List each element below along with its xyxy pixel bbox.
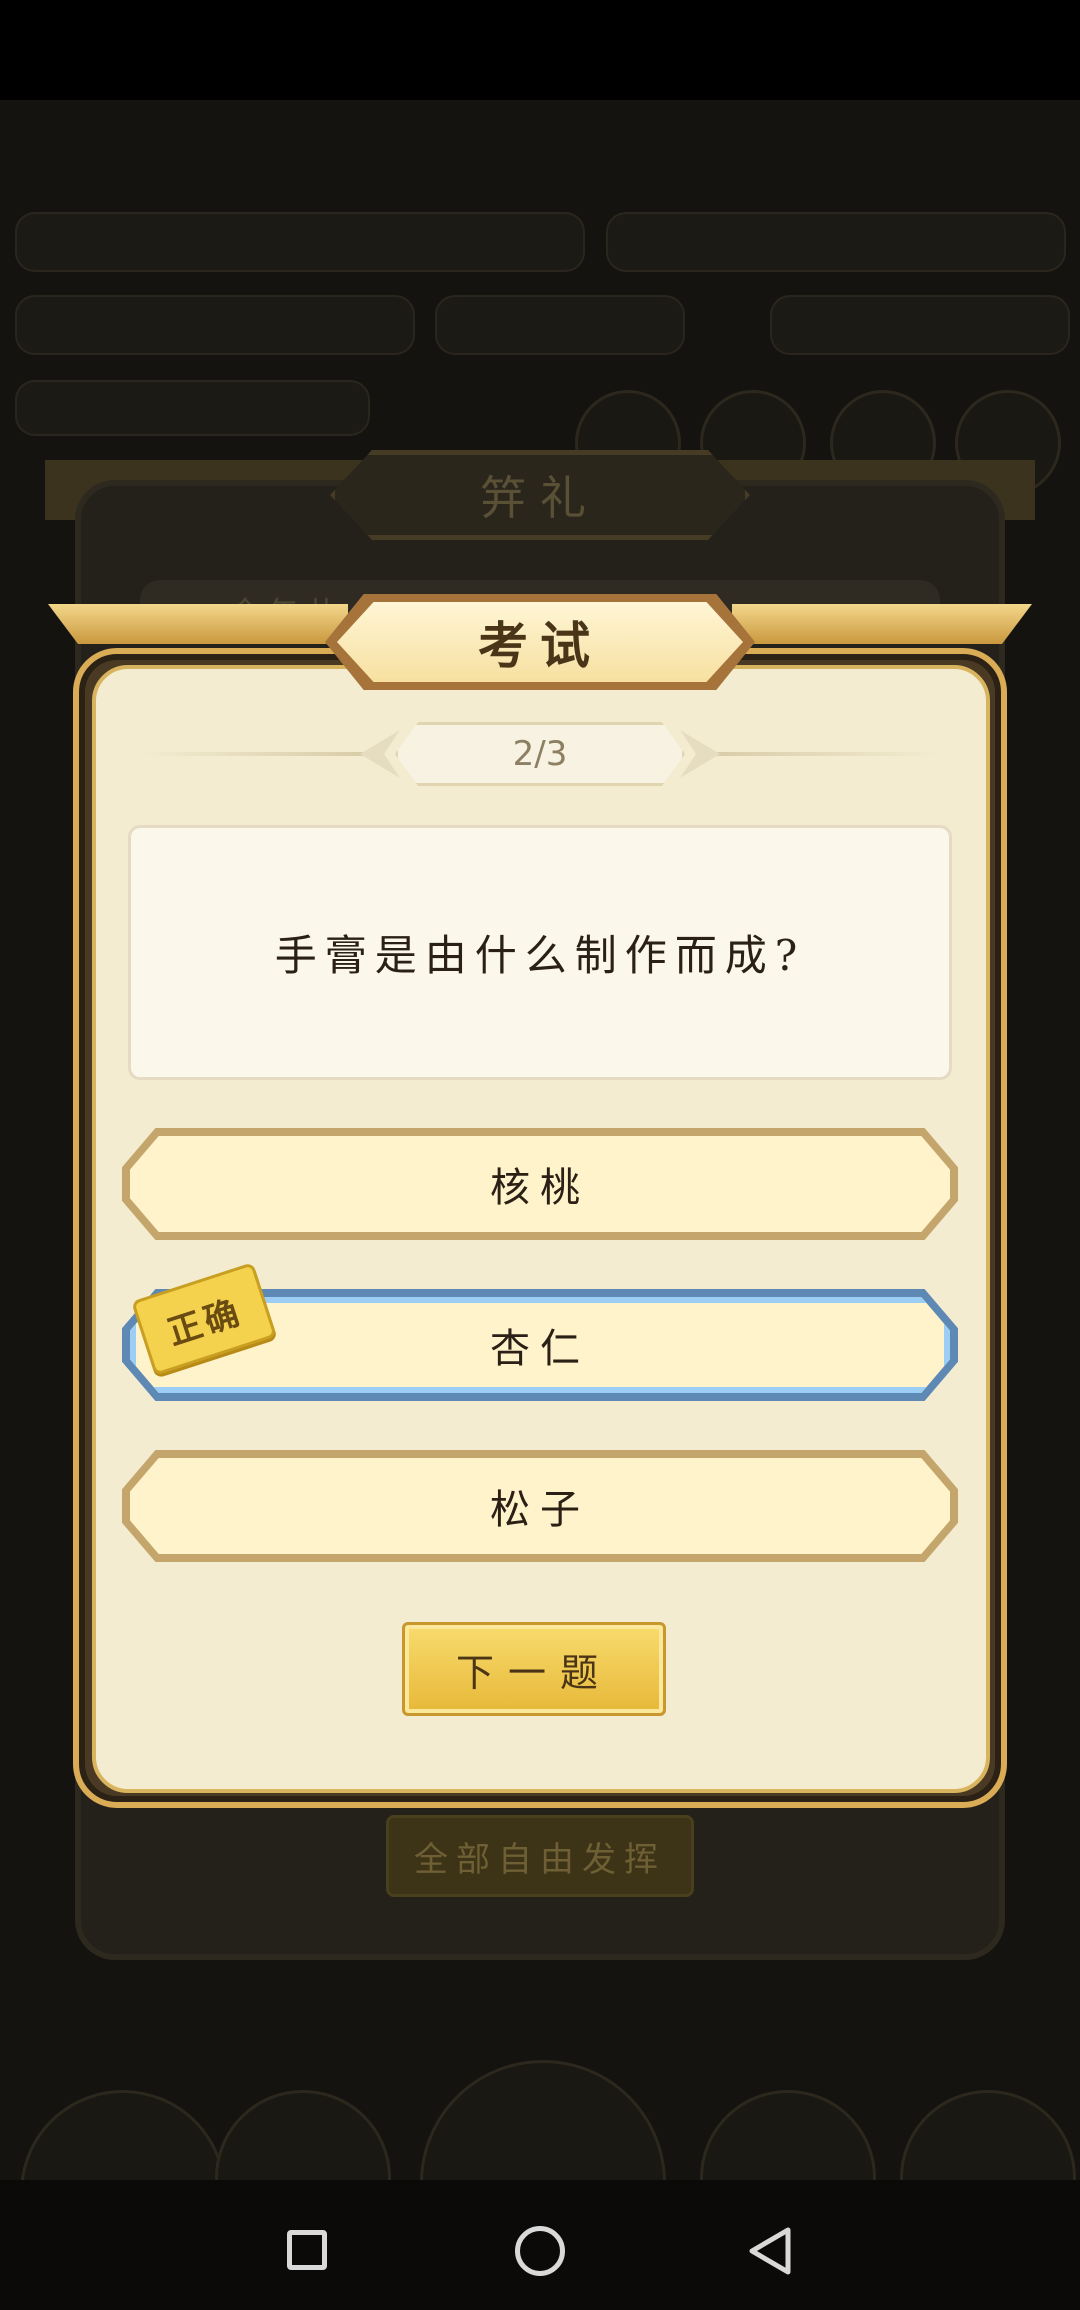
exam-title: 考试 — [478, 616, 602, 675]
bg-info-panel-4 — [15, 380, 370, 436]
answer-option-1-label: 核桃 — [490, 1165, 590, 1211]
back-triangle-icon[interactable] — [748, 2226, 792, 2276]
background-dialog-title-text: 笄礼 — [480, 471, 600, 525]
bg-info-panel-3 — [770, 295, 1070, 355]
answer-option-3[interactable]: 松子 — [122, 1450, 958, 1562]
answer-option-1[interactable]: 核桃 — [122, 1128, 958, 1240]
answer-option-3-fill: 松子 — [130, 1458, 950, 1554]
question-progress: 2/3 — [395, 722, 685, 786]
home-circle-icon[interactable] — [515, 2226, 565, 2276]
next-question-button[interactable]: 下一题 — [402, 1622, 666, 1716]
exam-title-plate: 考试 — [337, 602, 743, 682]
question-box: 手膏是由什么制作而成? — [128, 825, 952, 1080]
bg-info-panel — [15, 295, 415, 355]
bg-info-panel-2 — [435, 295, 685, 355]
answer-option-2-label: 杏仁 — [490, 1326, 590, 1372]
question-text: 手膏是由什么制作而成? — [274, 931, 806, 980]
progress-divider-left — [140, 752, 370, 756]
status-bar — [0, 0, 1080, 100]
bg-top-panel — [15, 212, 585, 272]
bg-top-panel-right — [606, 212, 1066, 272]
answer-option-3-label: 松子 — [490, 1487, 590, 1533]
answer-option-1-fill: 核桃 — [130, 1136, 950, 1232]
dialog-wing-right — [732, 604, 1032, 644]
dialog-wing-left — [48, 604, 348, 644]
next-question-label: 下一题 — [455, 1650, 612, 1695]
background-free-play-button: 全部自由发挥 — [386, 1815, 694, 1897]
question-progress-text: 2/3 — [512, 734, 568, 774]
background-dialog-title: 笄礼 — [330, 450, 750, 540]
correct-badge-text: 正确 — [162, 1291, 248, 1354]
recents-square-icon[interactable] — [287, 2230, 327, 2270]
progress-divider-right — [710, 752, 940, 756]
